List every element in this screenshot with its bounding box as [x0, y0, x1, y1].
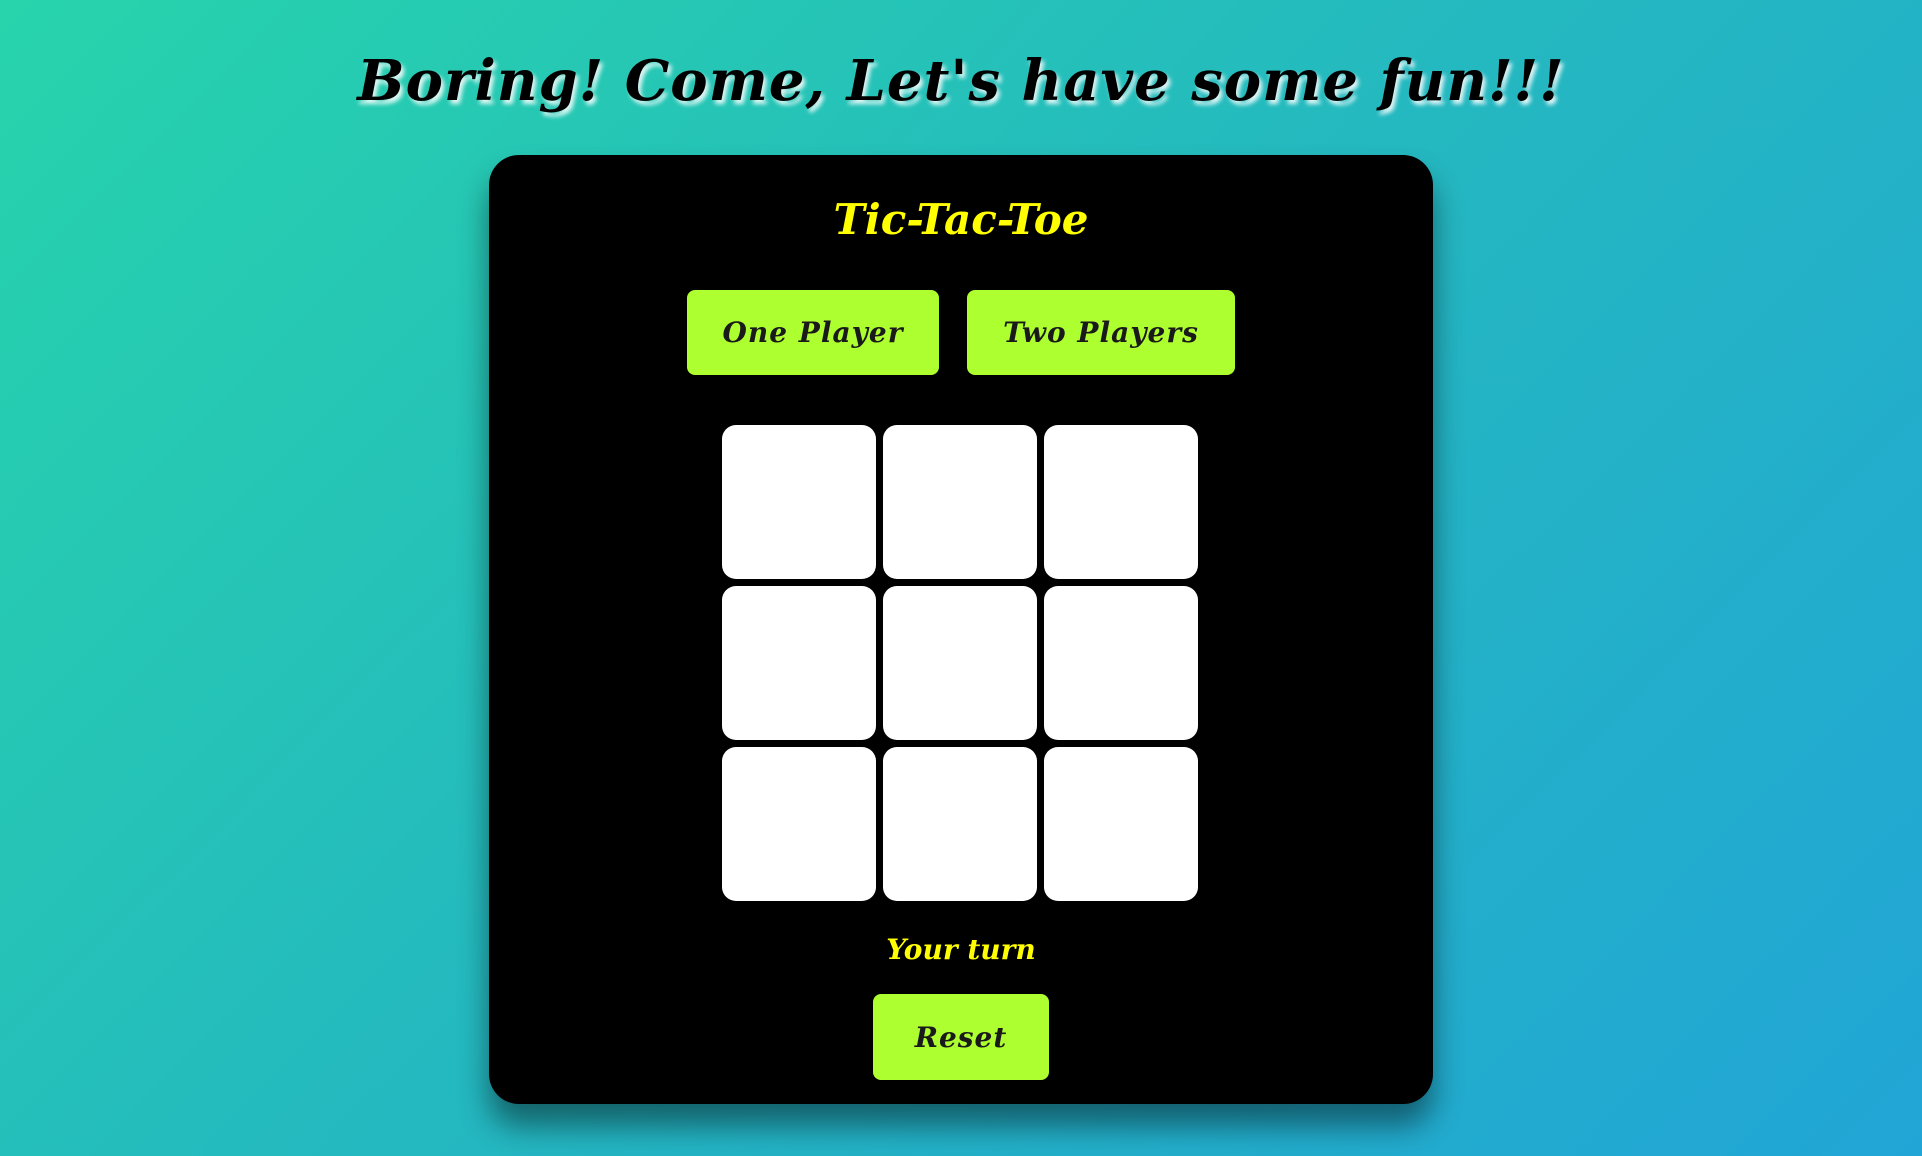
board-cell-5[interactable] [883, 586, 1037, 740]
two-players-button[interactable]: Two Players [967, 290, 1235, 375]
board-cell-4[interactable] [722, 586, 876, 740]
game-title: Tic-Tac-Toe [833, 195, 1089, 244]
game-card: Tic-Tac-Toe One Player Two Players Your … [489, 155, 1433, 1104]
board-cell-2[interactable] [883, 425, 1037, 579]
board-cell-8[interactable] [883, 747, 1037, 901]
board-cell-7[interactable] [722, 747, 876, 901]
board-cell-1[interactable] [722, 425, 876, 579]
one-player-button[interactable]: One Player [687, 290, 939, 375]
board-cell-9[interactable] [1044, 747, 1198, 901]
board-cell-3[interactable] [1044, 425, 1198, 579]
page-headline: Boring! Come, Let's have some fun!!! [357, 48, 1565, 114]
game-board [722, 425, 1199, 901]
board-cell-6[interactable] [1044, 586, 1198, 740]
turn-status: Your turn [886, 933, 1036, 966]
reset-button[interactable]: Reset [873, 994, 1049, 1080]
